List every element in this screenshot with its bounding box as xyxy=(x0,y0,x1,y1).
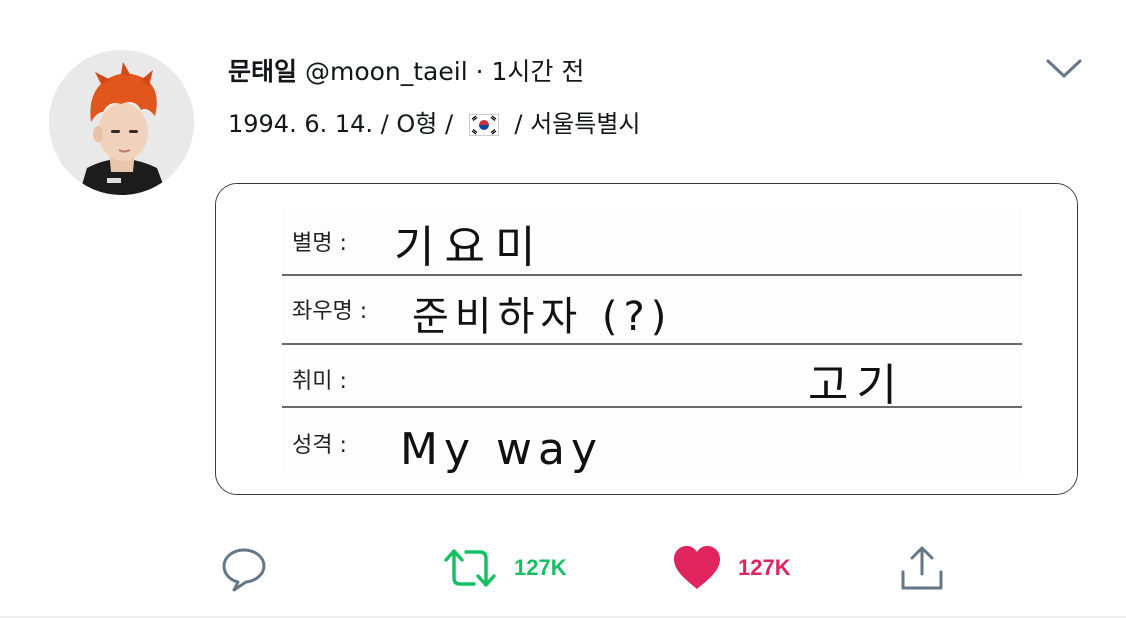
user-handle[interactable]: @moon_taeil xyxy=(305,57,468,86)
profile-photo xyxy=(49,50,194,195)
row-label-hobby: 취미 : xyxy=(292,369,347,394)
heart-icon xyxy=(674,546,720,589)
row-label-motto: 좌우명 : xyxy=(292,299,367,324)
row-value-hobby: 고기 xyxy=(808,360,905,411)
like-count: 127K xyxy=(738,555,791,580)
attached-image-card[interactable]: 별명 : 좌우명 : 취미 : 성격 : 기요미 준비하자 (?) 고기 My … xyxy=(215,183,1078,495)
retweet-icon xyxy=(444,549,496,587)
tweet-header: 문태일 @moon_taeil · 1시간 전 xyxy=(228,54,584,90)
birth-date: 1994. 6. 14. / xyxy=(228,110,389,138)
profile-meta: 1994. 6. 14. / O형 / / 서울특별시 xyxy=(228,107,640,145)
row-value-motto: 준비하자 (?) xyxy=(412,294,672,340)
handwritten-form-image: 별명 : 좌우명 : 취미 : 성격 : 기요미 준비하자 (?) 고기 My … xyxy=(216,184,1077,494)
row-value-nickname: 기요미 xyxy=(394,222,545,273)
retweet-button[interactable]: 127K xyxy=(442,540,567,596)
blood-type: O형 / xyxy=(396,110,454,138)
avatar[interactable] xyxy=(49,50,194,195)
display-name[interactable]: 문태일 xyxy=(228,57,297,86)
timestamp[interactable]: 1시간 전 xyxy=(492,57,585,86)
retweet-count: 127K xyxy=(514,555,567,580)
chevron-down-icon[interactable] xyxy=(1044,55,1084,83)
city: / 서울특별시 xyxy=(514,110,641,138)
row-label-nickname: 별명 : xyxy=(292,231,347,256)
row-label-personality: 성격 : xyxy=(292,433,347,458)
korea-flag-icon xyxy=(468,111,499,145)
share-icon xyxy=(901,546,943,590)
share-button[interactable] xyxy=(898,540,946,596)
tweet-actions: 127K 127K xyxy=(0,540,1126,600)
reply-button[interactable] xyxy=(220,540,268,596)
row-value-personality: My way xyxy=(400,424,603,475)
like-button[interactable]: 127K xyxy=(672,540,791,596)
reply-icon xyxy=(222,548,266,592)
separator-dot: · xyxy=(475,57,484,86)
